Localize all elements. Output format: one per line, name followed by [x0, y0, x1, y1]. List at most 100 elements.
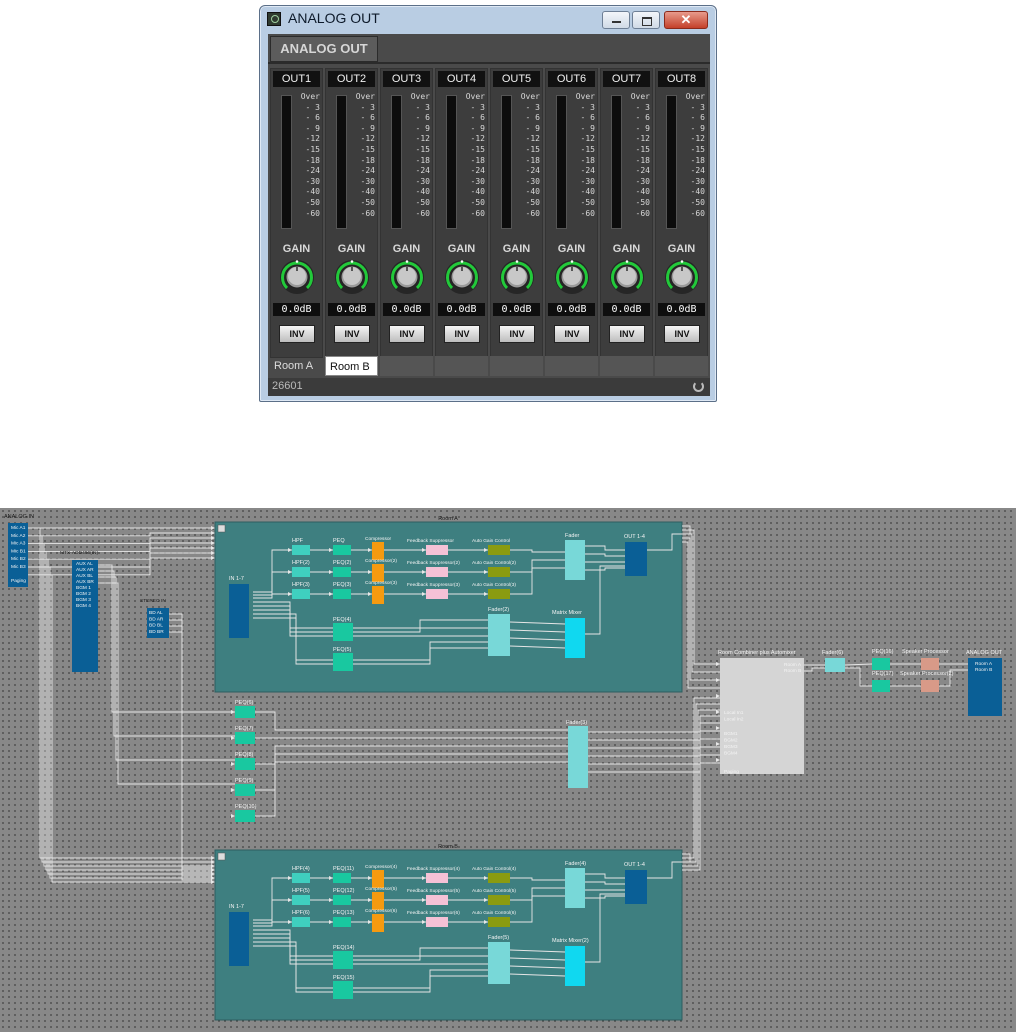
peq-label: PEQ(15): [333, 975, 355, 981]
peq-block[interactable]: [333, 653, 353, 671]
peq-block[interactable]: [872, 680, 890, 692]
room-input-block[interactable]: [229, 584, 249, 638]
peq-block[interactable]: [235, 758, 255, 770]
feedback-suppressor-block[interactable]: [426, 873, 448, 883]
auto-gain-control-block[interactable]: [488, 589, 510, 599]
speaker-processor-block[interactable]: [921, 680, 939, 692]
feedback-suppressor-block[interactable]: [426, 917, 448, 927]
gain-knob[interactable]: [334, 259, 370, 295]
compressor-block[interactable]: [372, 542, 384, 560]
design-canvas[interactable]: ANALOG IN Mic A1 Mic A2 Mic A3 Mic B1 Mic B2 M…: [0, 508, 1016, 1032]
feedback-suppressor-block[interactable]: [426, 589, 448, 599]
hpf-block[interactable]: [292, 545, 310, 555]
peq-block[interactable]: [333, 545, 351, 555]
peq-block[interactable]: [333, 917, 351, 927]
channel-name-field[interactable]: Room B: [325, 356, 378, 376]
channel-name-field[interactable]: [655, 356, 708, 376]
room-b-panel[interactable]: [214, 849, 683, 1021]
channel-name-field[interactable]: [380, 356, 433, 376]
room-output-block[interactable]: [625, 542, 647, 576]
peq-block[interactable]: [333, 589, 351, 599]
fader-block[interactable]: [488, 614, 510, 656]
fader-block[interactable]: [825, 658, 845, 672]
compressor-block[interactable]: [372, 914, 384, 932]
room-input-block[interactable]: [229, 912, 249, 966]
hpf-block[interactable]: [292, 895, 310, 905]
gain-knob[interactable]: [444, 259, 480, 295]
hpf-block[interactable]: [292, 567, 310, 577]
auto-gain-control-block[interactable]: [488, 917, 510, 927]
compressor-block[interactable]: [372, 586, 384, 604]
peq-block[interactable]: [333, 567, 351, 577]
peq-block[interactable]: [333, 951, 353, 969]
channel-name-field[interactable]: Room A: [270, 356, 323, 376]
port-arrow: [211, 880, 215, 884]
analog-in-port: Mic B1: [11, 548, 26, 554]
invert-button[interactable]: INV: [389, 325, 425, 343]
peq-block[interactable]: [235, 706, 255, 718]
collapse-toggle[interactable]: [217, 852, 226, 861]
auto-gain-control-block[interactable]: [488, 567, 510, 577]
feedback-suppressor-block[interactable]: [426, 895, 448, 905]
refresh-icon[interactable]: [693, 381, 704, 392]
gain-knob[interactable]: [664, 259, 700, 295]
channel-name-field[interactable]: [490, 356, 543, 376]
peq-block[interactable]: [333, 981, 353, 999]
gain-knob[interactable]: [609, 259, 645, 295]
gain-knob[interactable]: [554, 259, 590, 295]
title-bar[interactable]: ANALOG OUT ✕: [260, 6, 716, 32]
room-combiner-block[interactable]: [720, 658, 804, 774]
compressor-block[interactable]: [372, 892, 384, 910]
hpf-block[interactable]: [292, 589, 310, 599]
compressor-block[interactable]: [372, 564, 384, 582]
peq-block[interactable]: [235, 784, 255, 796]
auto-gain-control-block[interactable]: [488, 873, 510, 883]
invert-button[interactable]: INV: [444, 325, 480, 343]
close-button[interactable]: ✕: [664, 11, 708, 29]
matrix-mixer-block[interactable]: [565, 618, 585, 658]
tab-analog-out[interactable]: ANALOG OUT: [270, 36, 378, 62]
maximize-button[interactable]: [632, 11, 660, 29]
stereo-in-port: BD BR: [149, 629, 164, 635]
channel-name-field[interactable]: [435, 356, 488, 376]
invert-button[interactable]: INV: [499, 325, 535, 343]
peq-block[interactable]: [333, 873, 351, 883]
matrix-mixer-block[interactable]: [565, 946, 585, 986]
room-a-panel[interactable]: [214, 521, 683, 693]
channel-name-field[interactable]: [600, 356, 653, 376]
gain-knob[interactable]: [279, 259, 315, 295]
auto-gain-control-block[interactable]: [488, 545, 510, 555]
feedback-suppressor-block[interactable]: [426, 545, 448, 555]
gain-knob[interactable]: [389, 259, 425, 295]
fader-block[interactable]: [565, 540, 585, 580]
auto-gain-control-block[interactable]: [488, 895, 510, 905]
meter-scale-label: -60: [360, 208, 375, 218]
peq-block[interactable]: [333, 623, 353, 641]
invert-button[interactable]: INV: [279, 325, 315, 343]
feedback-suppressor-block[interactable]: [426, 567, 448, 577]
invert-button[interactable]: INV: [664, 325, 700, 343]
peq-block[interactable]: [333, 895, 351, 905]
speaker-processor-block[interactable]: [921, 658, 939, 670]
analog-in-block[interactable]: [8, 523, 28, 587]
port-arrow: [211, 860, 215, 864]
hpf-block[interactable]: [292, 917, 310, 927]
fader-block[interactable]: [568, 726, 588, 788]
channel-name-field[interactable]: [545, 356, 598, 376]
room-output-block[interactable]: [625, 870, 647, 904]
peq-block[interactable]: [235, 732, 255, 744]
invert-button[interactable]: INV: [334, 325, 370, 343]
fader-block[interactable]: [488, 942, 510, 984]
channel-strip: OUT4 Over - 3- 6- 9 -12 -15 -18 -24 -30 -40 -50-…: [435, 68, 488, 358]
invert-button[interactable]: INV: [609, 325, 645, 343]
invert-button[interactable]: INV: [554, 325, 590, 343]
peq-block[interactable]: [872, 658, 890, 670]
collapse-toggle[interactable]: [217, 524, 226, 533]
compressor-block[interactable]: [372, 870, 384, 888]
signal-wire: [43, 543, 212, 867]
minimize-button[interactable]: [602, 11, 630, 29]
fader-block[interactable]: [565, 868, 585, 908]
peq-block[interactable]: [235, 810, 255, 822]
hpf-block[interactable]: [292, 873, 310, 883]
gain-knob[interactable]: [499, 259, 535, 295]
